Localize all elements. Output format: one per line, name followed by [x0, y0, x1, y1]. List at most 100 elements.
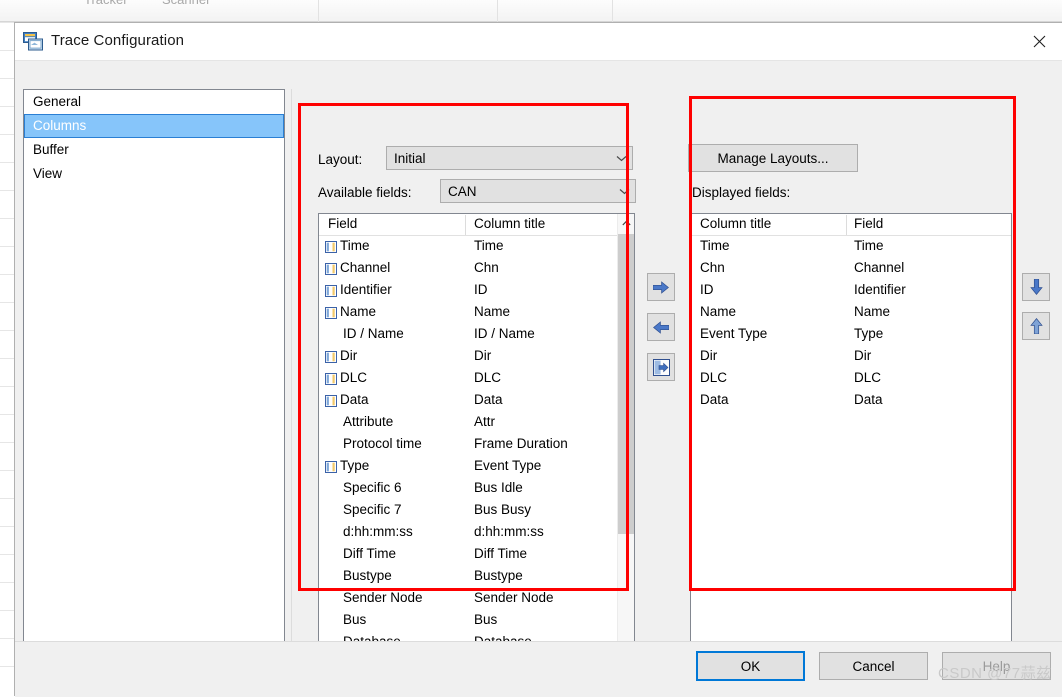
displayed-item-field: Channel	[854, 260, 905, 275]
available-header-title: Column title	[474, 216, 546, 231]
available-list-item[interactable]: ID / Name ID / Name	[319, 324, 634, 346]
available-list-item[interactable]: Protocol time Frame Duration	[319, 434, 634, 456]
available-item-field: Bustype	[343, 568, 392, 583]
column-field-icon	[325, 395, 337, 407]
available-item-field: DLC	[340, 370, 368, 385]
available-list-item[interactable]: Attribute Attr	[319, 412, 634, 434]
available-item-field: Diff Time	[343, 546, 397, 561]
available-item-title: Dir	[474, 348, 492, 363]
displayed-list-item[interactable]: Chn Channel	[691, 258, 1011, 280]
displayed-list-item[interactable]: Time Time	[691, 236, 1011, 258]
layout-select-value: Initial	[394, 150, 426, 166]
available-list-item[interactable]: Identifier ID	[319, 280, 634, 302]
available-list-item[interactable]: Type Event Type	[319, 456, 634, 478]
chevron-down-icon	[610, 155, 632, 162]
displayed-item-field: Time	[854, 238, 884, 253]
sidebar-item-view[interactable]: View	[24, 162, 284, 186]
displayed-item-title: Time	[700, 238, 730, 253]
displayed-list-item[interactable]: Dir Dir	[691, 346, 1011, 368]
available-item-field: Protocol time	[343, 436, 422, 451]
available-item-title: Bus	[474, 612, 498, 627]
available-list-item[interactable]: Specific 6 Bus Idle	[319, 478, 634, 500]
move-down-button[interactable]	[1022, 273, 1050, 301]
available-item-field: Specific 6	[343, 480, 402, 495]
available-item-title: Data	[474, 392, 503, 407]
available-item-title: Event Type	[474, 458, 542, 473]
available-item-title: Frame Duration	[474, 436, 568, 451]
available-list-rows[interactable]: Time Time Channel Chn Identifier ID Name Name ID…	[319, 236, 634, 685]
move-all-button[interactable]	[647, 353, 675, 381]
move-left-button[interactable]	[647, 313, 675, 341]
available-list-item[interactable]: Specific 7 Bus Busy	[319, 500, 634, 522]
displayed-item-title: Dir	[700, 348, 718, 363]
scrollbar-thumb[interactable]	[618, 234, 634, 534]
layout-label: Layout:	[318, 152, 363, 167]
displayed-item-field: Data	[854, 392, 883, 407]
displayed-item-title: DLC	[700, 370, 728, 385]
column-field-icon	[325, 307, 337, 319]
displayed-item-title: Event Type	[700, 326, 768, 341]
sidebar-item-columns[interactable]: Columns	[24, 114, 284, 138]
displayed-item-title: Name	[700, 304, 737, 319]
trace-configuration-icon	[23, 32, 43, 51]
displayed-header-title: Column title	[700, 216, 772, 231]
available-item-field: Time	[340, 238, 370, 253]
displayed-item-field: Identifier	[854, 282, 906, 297]
available-list-item[interactable]: Dir Dir	[319, 346, 634, 368]
displayed-fields-label: Displayed fields:	[692, 185, 791, 200]
move-right-button[interactable]	[647, 273, 675, 301]
available-list-item[interactable]: Bus Bus	[319, 610, 634, 632]
available-item-field: Name	[340, 304, 377, 319]
help-button[interactable]: Help	[942, 652, 1051, 680]
background-toolstrip: Tracker Scanner	[0, 0, 1062, 22]
trace-configuration-dialog: Trace Configuration General Columns Buff…	[14, 22, 1062, 697]
available-list-item[interactable]: Name Name	[319, 302, 634, 324]
available-item-title: Bus Busy	[474, 502, 532, 517]
displayed-item-field: Name	[854, 304, 891, 319]
available-list-item[interactable]: Time Time	[319, 236, 634, 258]
displayed-list-item[interactable]: ID Identifier	[691, 280, 1011, 302]
settings-nav-list[interactable]: General Columns Buffer View	[23, 89, 285, 677]
available-item-title: ID	[474, 282, 488, 297]
available-list-item[interactable]: d:hh:mm:ss d:hh:mm:ss	[319, 522, 634, 544]
available-item-field: Attribute	[343, 414, 394, 429]
displayed-list-item[interactable]: Event Type Type	[691, 324, 1011, 346]
available-list-scrollbar[interactable]	[617, 214, 634, 685]
available-item-title: Time	[474, 238, 504, 253]
available-fields-select[interactable]: CAN	[440, 179, 636, 203]
displayed-fields-list[interactable]: Column title Field Time Time Chn Channel ID I…	[690, 213, 1012, 686]
move-up-button[interactable]	[1022, 312, 1050, 340]
available-item-title: Diff Time	[474, 546, 528, 561]
cancel-button[interactable]: Cancel	[819, 652, 928, 680]
columns-settings-panel: Layout: Initial Manage Layouts... Availa…	[291, 89, 1055, 686]
available-list-item[interactable]: Bustype Bustype	[319, 566, 634, 588]
close-icon[interactable]	[1017, 23, 1062, 60]
dialog-footer: OK Cancel Help	[15, 641, 1062, 697]
layout-select[interactable]: Initial	[386, 146, 633, 170]
available-fields-list[interactable]: Field Column title Time Time Channel Chn Ide…	[318, 213, 635, 686]
displayed-item-title: Data	[700, 392, 729, 407]
available-item-title: Sender Node	[474, 590, 554, 605]
displayed-list-item[interactable]: Data Data	[691, 390, 1011, 412]
displayed-list-rows[interactable]: Time Time Chn Channel ID Identifier Name Name Ev…	[691, 236, 1011, 412]
chevron-down-icon	[613, 188, 635, 195]
available-list-item[interactable]: Data Data	[319, 390, 634, 412]
available-item-title: d:hh:mm:ss	[474, 524, 544, 539]
displayed-list-item[interactable]: DLC DLC	[691, 368, 1011, 390]
sidebar-item-general[interactable]: General	[24, 90, 284, 114]
available-list-item[interactable]: Sender Node Sender Node	[319, 588, 634, 610]
displayed-list-item[interactable]: Name Name	[691, 302, 1011, 324]
displayed-item-title: Chn	[700, 260, 725, 275]
available-fields-select-value: CAN	[448, 183, 477, 199]
available-list-item[interactable]: Diff Time Diff Time	[319, 544, 634, 566]
available-item-title: Attr	[474, 414, 496, 429]
displayed-header-field: Field	[854, 216, 884, 231]
manage-layouts-button[interactable]: Manage Layouts...	[688, 144, 858, 172]
available-list-item[interactable]: DLC DLC	[319, 368, 634, 390]
sidebar-item-buffer[interactable]: Buffer	[24, 138, 284, 162]
available-list-item[interactable]: Channel Chn	[319, 258, 634, 280]
scroll-up-icon[interactable]	[618, 214, 634, 232]
ok-button[interactable]: OK	[696, 651, 805, 681]
dialog-titlebar: Trace Configuration	[15, 23, 1062, 61]
available-item-field: Bus	[343, 612, 367, 627]
